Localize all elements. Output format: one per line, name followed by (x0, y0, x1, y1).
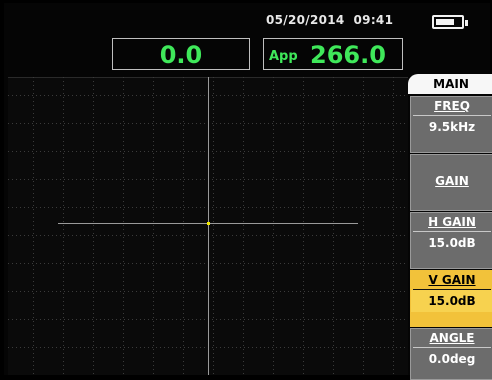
menu-item-freq[interactable]: FREQ 9.5kHz (410, 96, 492, 153)
date: 05/20/2014 (266, 13, 345, 27)
readout-right-tag: App (269, 49, 298, 64)
menu-item-v-gain[interactable]: V GAIN 15.0dB (410, 270, 492, 327)
readout-right-value: 266.0 (310, 41, 386, 69)
menu-item-label: FREQ (434, 99, 470, 113)
battery-fill (436, 19, 454, 25)
menu-item-value: 9.5kHz (428, 120, 476, 134)
readout-left-value: 0.0 (159, 41, 203, 69)
instrument-screen: 05/20/2014 09:41 0.0 App 266.0 MAIN FREQ… (4, 3, 492, 380)
menu-item-value: 0.0deg (428, 352, 476, 366)
readout-right: App 266.0 (263, 38, 403, 70)
menu-item-h-gain[interactable]: H GAIN 15.0dB (410, 212, 492, 269)
signal-dot (207, 222, 210, 225)
menu-title: MAIN (408, 74, 492, 94)
main-menu: MAIN FREQ 9.5kHz GAIN H GAIN 15.0dB V GA… (408, 74, 492, 380)
menu-item-label: GAIN (435, 174, 469, 188)
battery-icon (432, 15, 468, 29)
menu-item-gain[interactable]: GAIN (410, 154, 492, 211)
menu-item-value: 15.0dB (411, 290, 492, 312)
signal-grid (8, 77, 408, 375)
readout-left: 0.0 (112, 38, 250, 70)
menu-item-label: H GAIN (428, 215, 476, 229)
menu-item-value: 15.0dB (428, 236, 476, 250)
menu-item-angle[interactable]: ANGLE 0.0deg (410, 328, 492, 380)
menu-item-label: ANGLE (429, 331, 475, 345)
datetime: 05/20/2014 09:41 (266, 13, 393, 27)
time: 09:41 (353, 13, 394, 27)
signal-display[interactable] (8, 77, 408, 375)
menu-item-label: V GAIN (428, 273, 476, 287)
